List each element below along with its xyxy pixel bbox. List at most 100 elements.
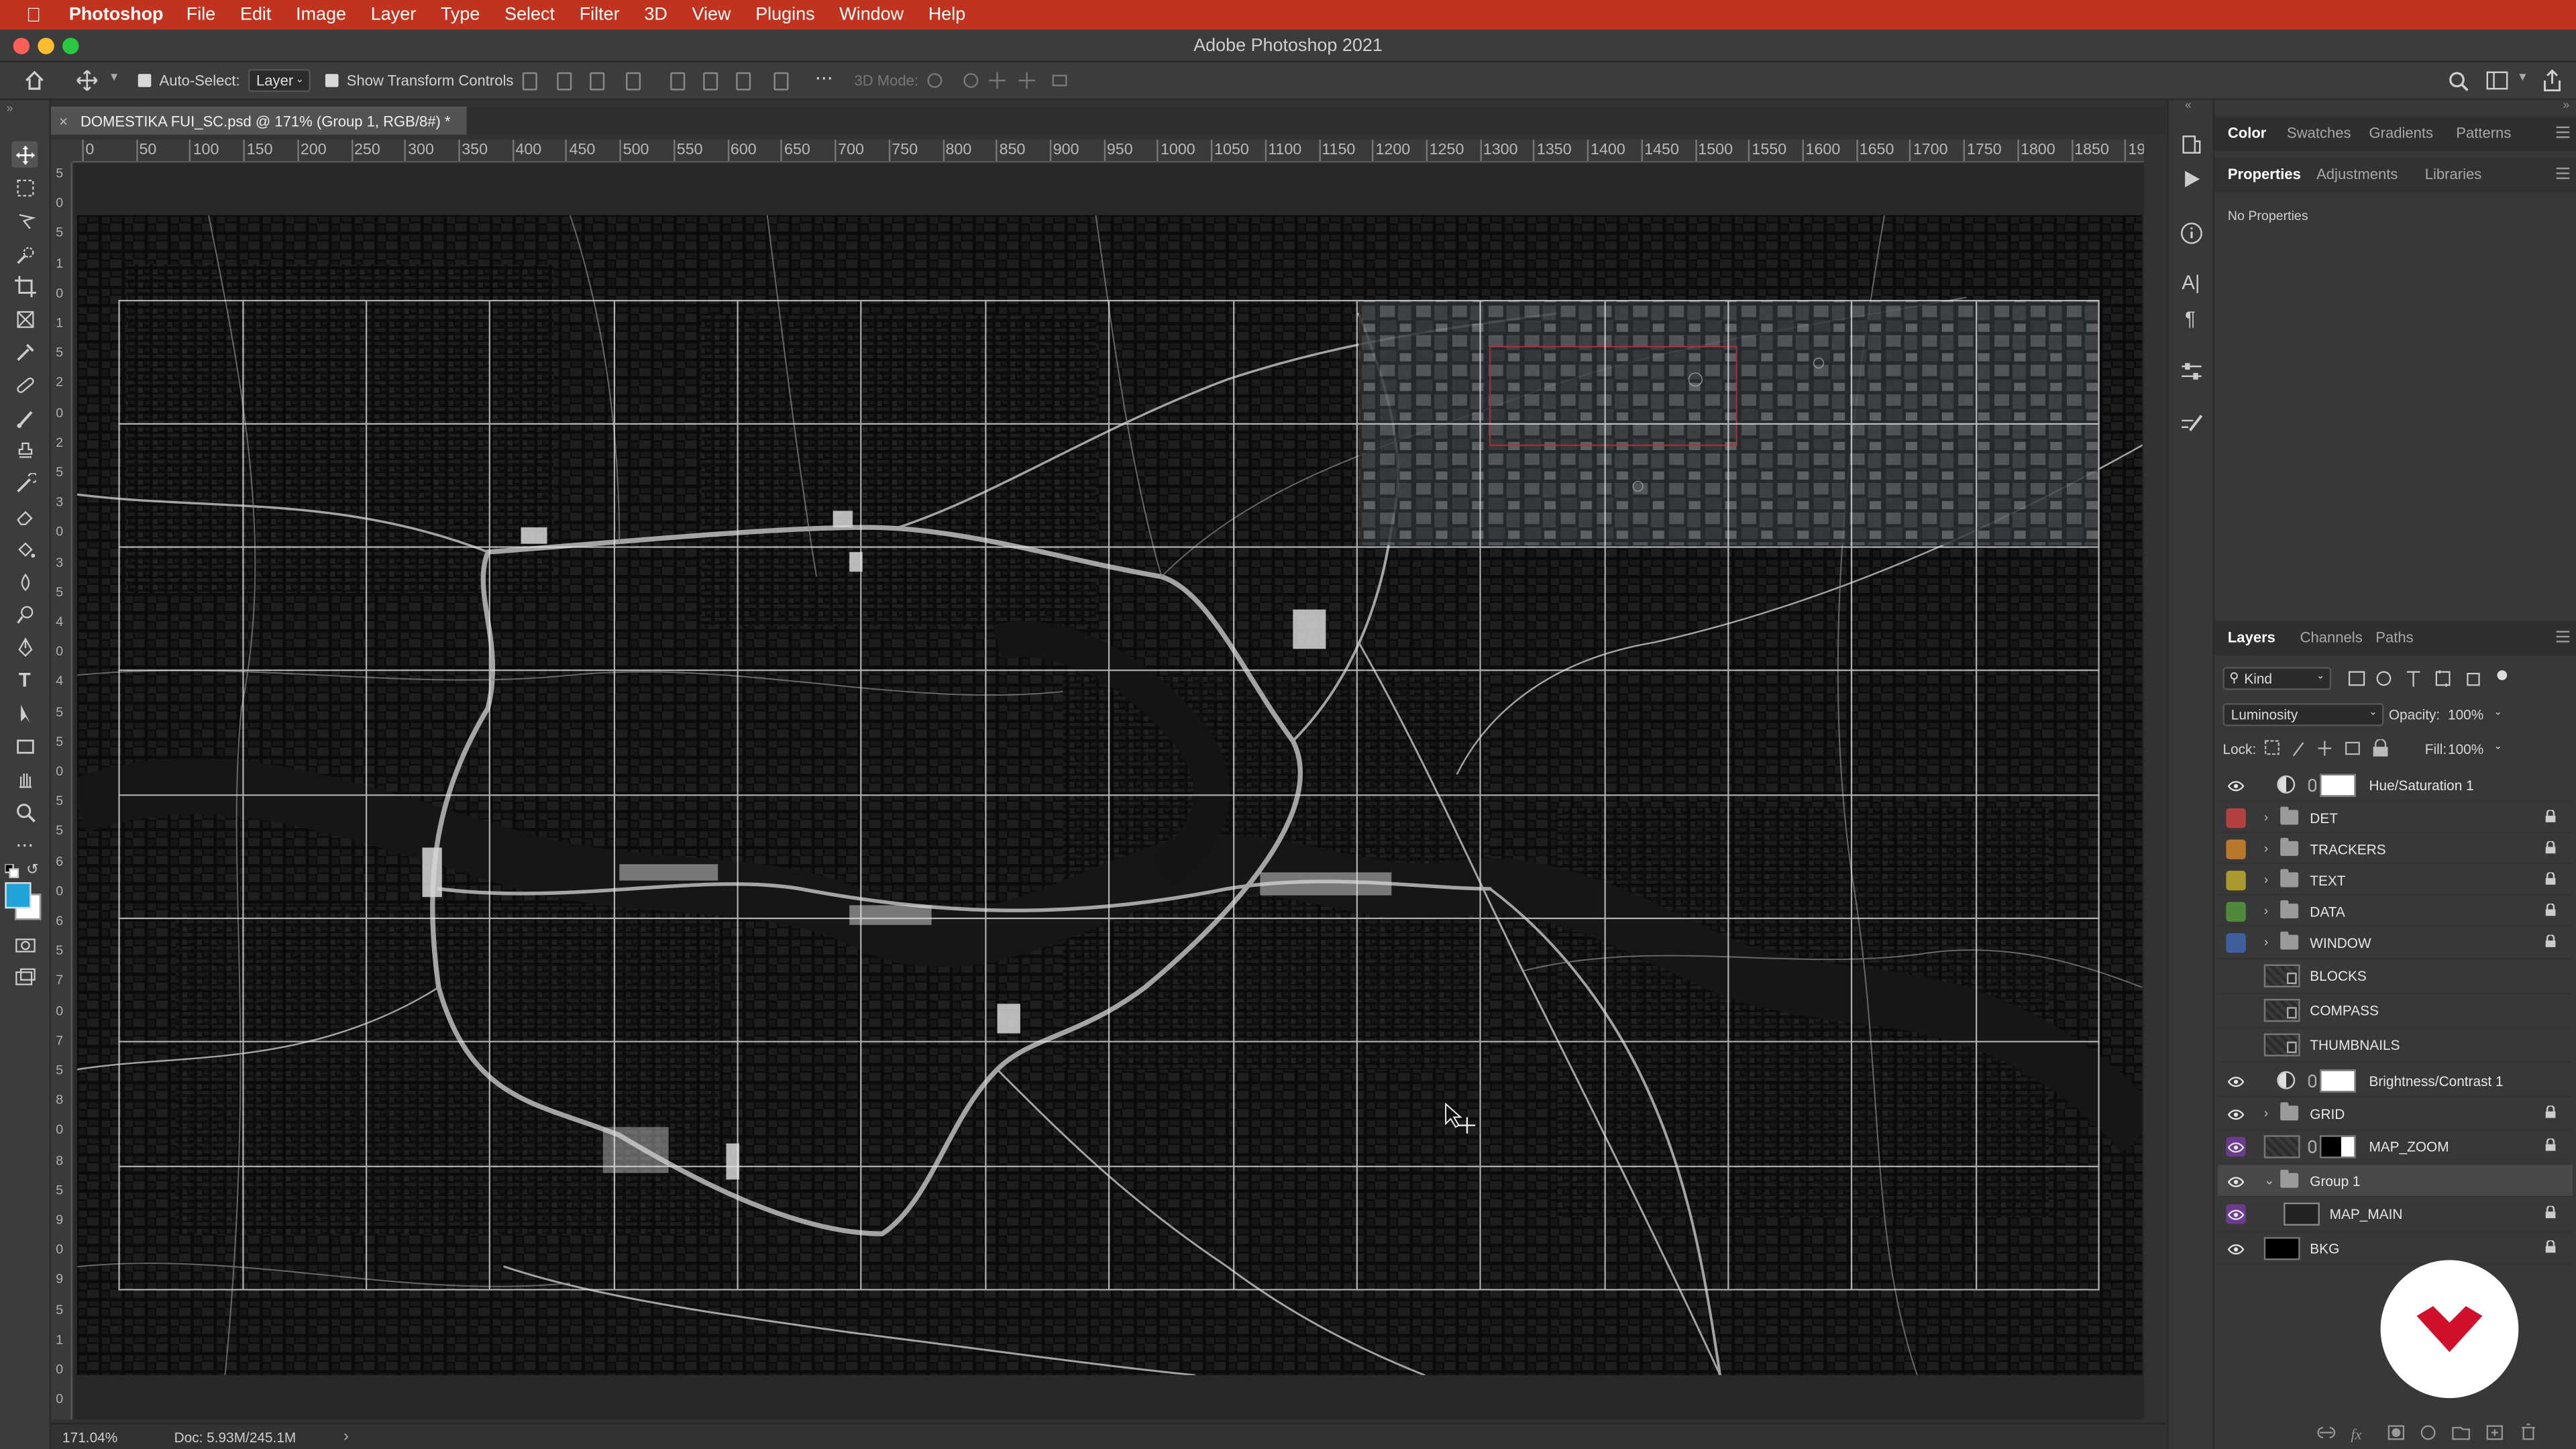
layer-thumbnail[interactable]	[2263, 1135, 2300, 1159]
collapse-toolbar-icon[interactable]: »	[7, 103, 13, 115]
fill-chevron-icon[interactable]: ⌄	[2494, 741, 2502, 753]
menu-help[interactable]: Help	[928, 5, 965, 24]
tab-patterns[interactable]: Patterns	[2456, 125, 2511, 141]
visibility-eye-icon[interactable]	[2226, 1071, 2245, 1091]
move-tool-icon[interactable]	[11, 141, 38, 168]
app-menu[interactable]: Photoshop	[69, 5, 164, 24]
tab-paths[interactable]: Paths	[2375, 629, 2413, 645]
layer-mask-thumbnail[interactable]	[2319, 1135, 2356, 1159]
auto-select-checkbox[interactable]	[138, 74, 152, 87]
workspace-chevron-icon[interactable]: ▼	[2517, 72, 2528, 84]
dodge-tool-icon[interactable]	[11, 601, 38, 627]
visibility-eye-icon[interactable]	[2226, 839, 2246, 859]
layer-thumbnail[interactable]	[2263, 1237, 2300, 1260]
visibility-eye-icon[interactable]	[2226, 1104, 2245, 1124]
align-right-icon[interactable]	[590, 72, 605, 91]
quick-selection-tool-icon[interactable]	[11, 241, 38, 268]
expand-group-chevron-icon[interactable]: ›	[2264, 934, 2269, 949]
document-tab[interactable]: × DOMESTIKA FUI_SC.psd @ 171% (Group 1, …	[50, 107, 467, 135]
brush-tool-icon[interactable]	[11, 404, 38, 430]
color-panel-menu-icon[interactable]	[2556, 126, 2570, 138]
layer-row[interactable]: THUMBNAILS	[2218, 1028, 2573, 1063]
swap-colors-icon[interactable]: ↺	[26, 861, 38, 879]
rectangle-tool-icon[interactable]	[11, 733, 38, 759]
layer-row[interactable]: › WINDOW	[2218, 926, 2573, 960]
blend-mode-dropdown[interactable]: Luminosity ⌄	[2222, 703, 2384, 727]
share-icon[interactable]	[2542, 69, 2563, 92]
marquee-tool-icon[interactable]	[11, 174, 38, 201]
paragraph-panel-icon[interactable]: ¶	[2185, 307, 2196, 330]
visibility-eye-icon[interactable]	[2226, 966, 2245, 985]
healing-brush-tool-icon[interactable]	[11, 371, 38, 397]
doc-size-info[interactable]: Doc: 5.93M/245.1M	[174, 1430, 297, 1446]
layer-name[interactable]: BLOCKS	[2310, 967, 2366, 983]
layer-row[interactable]: MAP_ZOOM	[2218, 1130, 2573, 1165]
lock-options-icons[interactable]	[2264, 739, 2396, 757]
menu-select[interactable]: Select	[504, 5, 555, 24]
align-left-icon[interactable]	[522, 72, 537, 91]
close-tab-icon[interactable]: ×	[59, 113, 68, 129]
horizontal-ruler[interactable]: 0 50 100 150 200 250 300 350 400 450 500 550 600 650 7…	[72, 140, 2144, 163]
distribute-icon[interactable]	[773, 72, 789, 91]
status-menu-chevron-icon[interactable]: ›	[343, 1428, 349, 1446]
chevron-down-icon[interactable]: ▼	[109, 72, 120, 84]
zoom-tool-icon[interactable]	[11, 798, 38, 824]
menu-file[interactable]: File	[186, 5, 215, 24]
layer-name[interactable]: COMPASS	[2310, 1002, 2379, 1018]
tab-swatches[interactable]: Swatches	[2287, 125, 2351, 141]
layer-filter-icons[interactable]	[2348, 669, 2512, 688]
vertical-ruler[interactable]: 5051015202530354045505560657075808590951…	[50, 162, 72, 1419]
fill-value[interactable]: 100%	[2448, 741, 2483, 757]
layer-row[interactable]: ⌄ Group 1	[2218, 1165, 2573, 1198]
collapse-dock-icon[interactable]: »	[2563, 100, 2570, 111]
tab-layers[interactable]: Layers	[2228, 629, 2275, 645]
expand-group-chevron-icon[interactable]: ›	[2264, 841, 2269, 856]
layer-row[interactable]: › TEXT	[2218, 864, 2573, 896]
eyedropper-tool-icon[interactable]	[11, 338, 38, 364]
type-tool-icon[interactable]: T	[11, 667, 38, 693]
layer-row[interactable]: › DET	[2218, 802, 2573, 833]
layer-name[interactable]: WINDOW	[2310, 934, 2371, 951]
paint-bucket-tool-icon[interactable]	[11, 535, 38, 561]
layer-filter-dropdown[interactable]: ⚲ Kind ⌄	[2222, 667, 2332, 690]
layer-actions-icons[interactable]: fx	[2316, 1423, 2563, 1442]
layers-panel-menu-icon[interactable]	[2556, 631, 2570, 643]
crop-tool-icon[interactable]	[11, 273, 38, 299]
transform-controls-checkbox[interactable]	[325, 74, 339, 87]
visibility-eye-icon[interactable]	[2226, 1239, 2245, 1258]
expand-group-chevron-icon[interactable]: ›	[2264, 810, 2269, 824]
foreground-color-swatch[interactable]	[5, 882, 32, 909]
layer-name[interactable]: MAP_ZOOM	[2369, 1138, 2449, 1155]
layer-name[interactable]: Hue/Saturation 1	[2369, 777, 2473, 793]
tab-channels[interactable]: Channels	[2300, 629, 2363, 645]
align-justify-icon[interactable]	[626, 72, 641, 91]
tab-libraries[interactable]: Libraries	[2425, 166, 2482, 182]
layer-row[interactable]: BLOCKS	[2218, 959, 2573, 994]
menu-type[interactable]: Type	[441, 5, 480, 24]
visibility-eye-icon[interactable]	[2226, 1204, 2246, 1224]
layer-row[interactable]: MAP_MAIN	[2218, 1197, 2573, 1232]
align-bottom-icon[interactable]	[736, 72, 751, 91]
layer-name[interactable]: MAP_MAIN	[2330, 1206, 2403, 1222]
visibility-eye-icon[interactable]	[2226, 1035, 2245, 1055]
info-panel-icon[interactable]	[2180, 222, 2203, 245]
tab-gradients[interactable]: Gradients	[2369, 125, 2433, 141]
search-icon[interactable]	[2448, 70, 2469, 92]
visibility-eye-icon[interactable]	[2226, 933, 2246, 953]
lasso-tool-icon[interactable]	[11, 207, 38, 233]
tab-adjustments[interactable]: Adjustments	[2316, 166, 2398, 182]
character-panel-icon[interactable]: A|	[2182, 271, 2200, 294]
layer-name[interactable]: Brightness/Contrast 1	[2369, 1073, 2503, 1089]
pen-tool-icon[interactable]	[11, 634, 38, 660]
layer-row[interactable]: › GRID	[2218, 1097, 2573, 1130]
expand-group-chevron-icon[interactable]: ⌄	[2264, 1173, 2275, 1188]
zoom-level[interactable]: 171.04%	[62, 1430, 117, 1446]
more-options-icon[interactable]: ⋯	[815, 67, 833, 89]
ruler-origin[interactable]	[50, 140, 72, 163]
brush-settings-icon[interactable]	[2180, 411, 2203, 433]
tab-properties[interactable]: Properties	[2228, 166, 2301, 182]
layer-row[interactable]: Brightness/Contrast 1	[2218, 1065, 2573, 1097]
menu-window[interactable]: Window	[839, 5, 904, 24]
layer-row[interactable]: › DATA	[2218, 896, 2573, 927]
menu-edit[interactable]: Edit	[240, 5, 271, 24]
